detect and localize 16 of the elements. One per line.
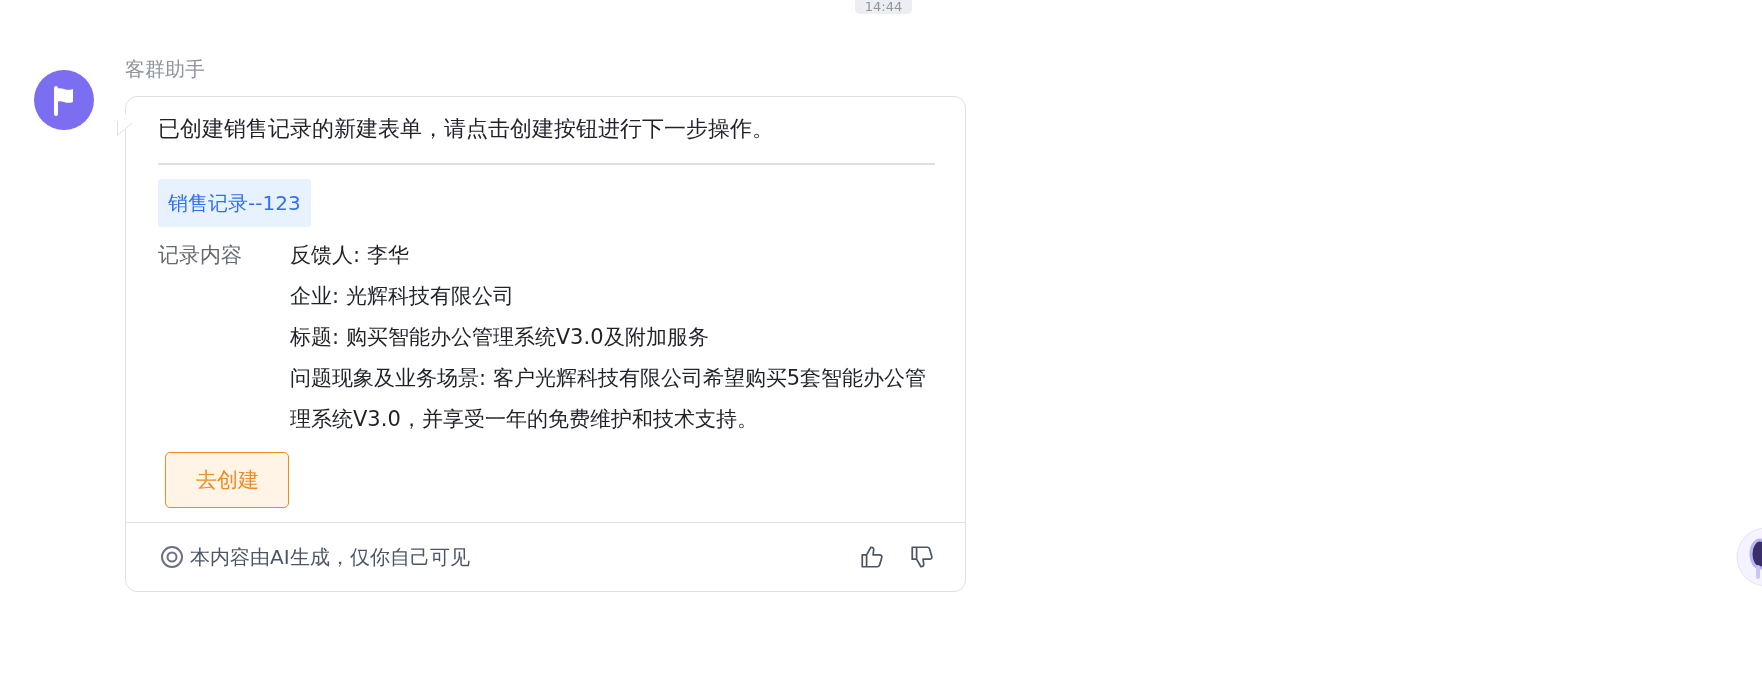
- create-button[interactable]: 去创建: [165, 452, 289, 508]
- ai-notice: 本内容由AI生成，仅你自己可见: [190, 543, 470, 571]
- record-field: 反馈人: 李华: [290, 235, 935, 276]
- record-field: 问题现象及业务场景: 客户光辉科技有限公司希望购买5套智能办公管理系统V3.0，并享受一年的免费维护和技术支持。: [290, 358, 935, 440]
- assistant-robot-icon[interactable]: [1736, 527, 1762, 587]
- eye-icon: [160, 545, 184, 569]
- timestamp: 14:44: [854, 0, 913, 14]
- record-field: 企业: 光辉科技有限公司: [290, 276, 935, 317]
- record-tag[interactable]: 销售记录--123: [158, 179, 311, 227]
- record-label: 记录内容: [158, 242, 243, 269]
- avatar-flag-icon: [34, 70, 94, 130]
- sender-name: 客群助手: [125, 56, 206, 82]
- message-text: 已创建销售记录的新建表单，请点击创建按钮进行下一步操作。: [158, 115, 775, 143]
- thumbs-up-icon[interactable]: [859, 544, 885, 570]
- thumbs-down-icon[interactable]: [909, 544, 935, 570]
- record-field: 标题: 购买智能办公管理系统V3.0及附加服务: [290, 317, 935, 358]
